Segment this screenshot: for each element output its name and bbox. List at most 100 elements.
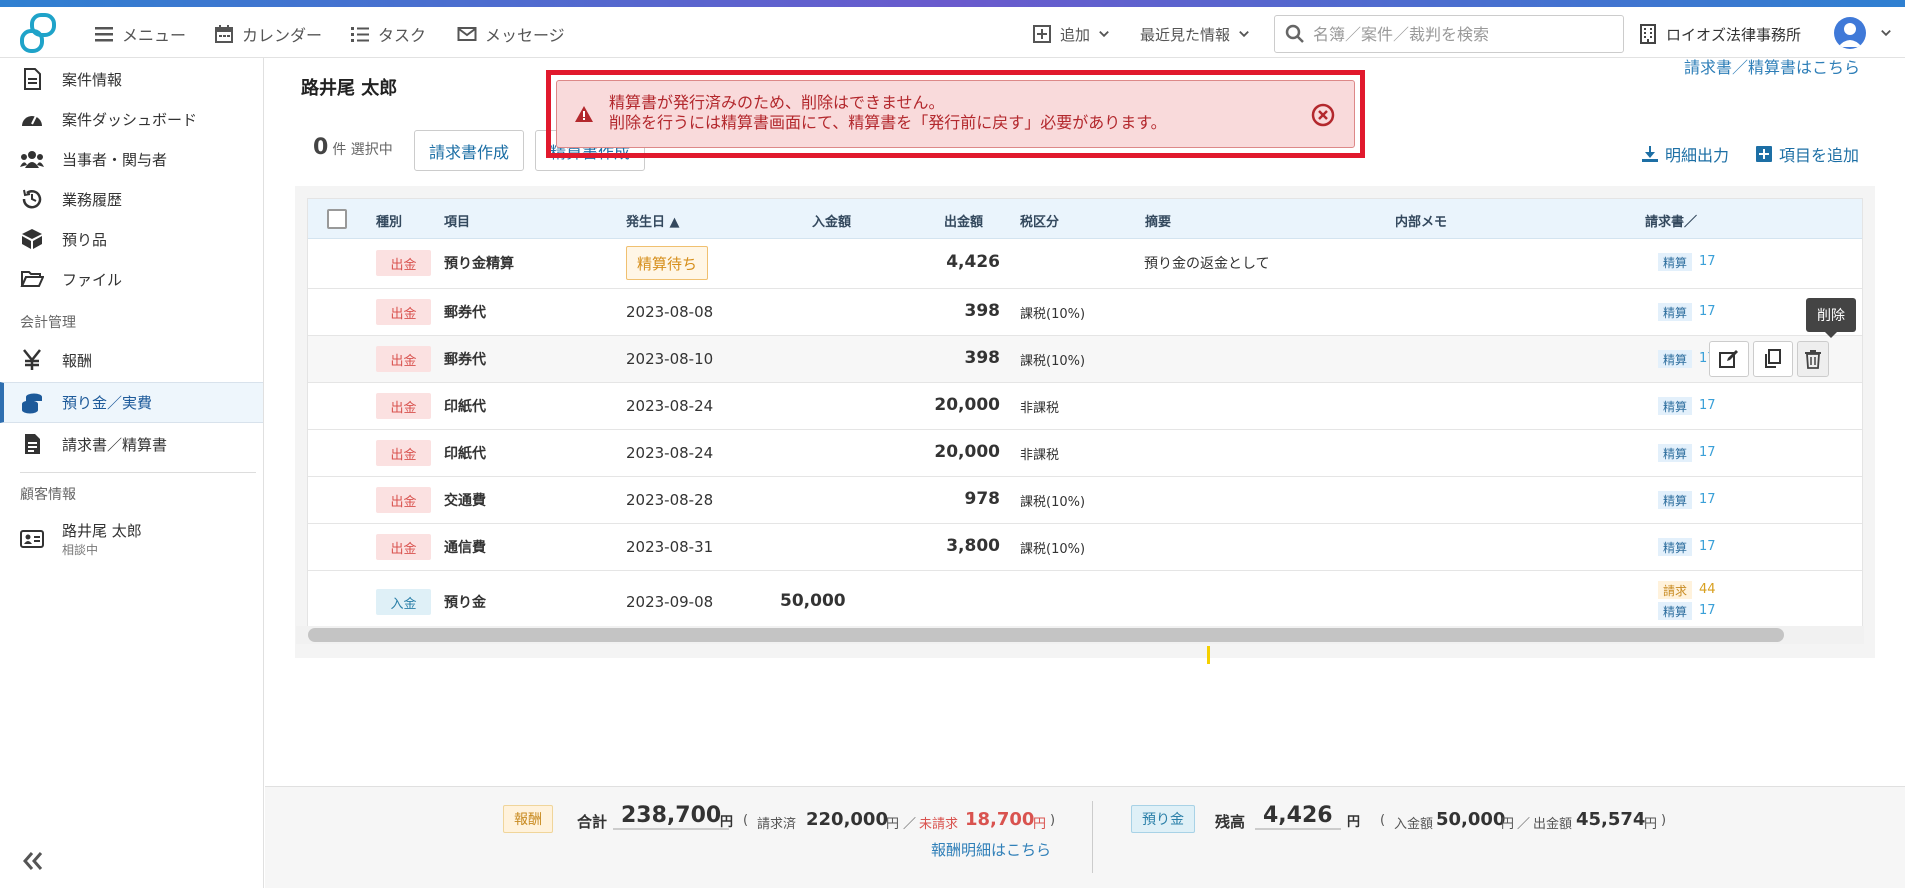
- settlement-number[interactable]: 17: [1699, 539, 1716, 554]
- nav-calendar[interactable]: カレンダー: [214, 22, 322, 46]
- sidebar-item-history[interactable]: 業務履歴: [0, 180, 263, 218]
- summary-text: 預り金の返金として: [1144, 256, 1270, 272]
- tax-cell: 課税(10%): [1020, 307, 1086, 322]
- settlement-number[interactable]: 17: [1699, 492, 1716, 507]
- col-summary[interactable]: 摘要: [1145, 211, 1171, 230]
- nav-messages[interactable]: メッセージ: [457, 22, 565, 46]
- create-invoice-button[interactable]: 請求書作成: [414, 130, 525, 171]
- total-amount: 238,700: [613, 803, 730, 830]
- col-expense[interactable]: 出金額: [944, 211, 983, 230]
- col-date[interactable]: 発生日 ▲: [626, 211, 680, 230]
- table-row[interactable]: 出金 印紙代 2023-08-24 20,000 非課税 精算 17: [308, 430, 1862, 477]
- table-row[interactable]: 出金 印紙代 2023-08-24 20,000 非課税 精算 17: [308, 383, 1862, 430]
- nav-menu-label: メニュー: [122, 26, 187, 45]
- ledger-table: 種別 項目 発生日 ▲ 入金額 出金額 税区分 摘要 内部メモ 請求書／ 出金 …: [307, 198, 1863, 635]
- table-row[interactable]: 出金 通信費 2023-08-31 3,800 課税(10%) 精算 17: [308, 524, 1862, 571]
- table-row[interactable]: 出金 預り金精算 精算待ち 4,426 預り金の返金として 精算 17: [308, 239, 1862, 289]
- folder-icon: [20, 271, 44, 287]
- table-row[interactable]: 出金 郵券代 2023-08-10 398 課税(10%) 精算 17: [308, 336, 1862, 383]
- col-tax[interactable]: 税区分: [1020, 211, 1059, 230]
- col-item[interactable]: 項目: [444, 211, 470, 230]
- income-label: 入金額: [1394, 817, 1434, 832]
- table-row[interactable]: 出金 郵券代 2023-08-08 398 課税(10%) 精算 17: [308, 289, 1862, 336]
- expense-amount: 3,800: [946, 536, 1000, 556]
- sidebar-item-parties[interactable]: 当事者・関与者: [0, 140, 263, 178]
- warning-icon: [575, 106, 593, 122]
- balance-yen: 円: [1347, 815, 1361, 830]
- download-icon: [1642, 146, 1658, 162]
- building-icon: [1640, 24, 1656, 44]
- invoice-number[interactable]: 44: [1699, 582, 1716, 597]
- sidebar-item-fees[interactable]: 報酬: [0, 341, 263, 379]
- add-item-button[interactable]: 項目を追加: [1755, 142, 1859, 166]
- col-income[interactable]: 入金額: [812, 211, 851, 230]
- global-search[interactable]: [1274, 15, 1624, 53]
- tasks-icon: [351, 27, 369, 42]
- sidebar-item-invoices[interactable]: 請求書／精算書: [0, 425, 263, 463]
- sidebar-divider: [20, 472, 256, 473]
- copy-button[interactable]: [1753, 341, 1793, 377]
- item-name: 印紙代: [444, 446, 486, 462]
- coins-icon: [22, 393, 42, 413]
- page-client-name: 路井尾 太郎: [301, 78, 398, 99]
- summary-footer: 報酬 合計 238,700 円 ( 請求済 220,000 円 ／ 未請求 18…: [265, 786, 1905, 888]
- expense-amount: 20,000: [934, 442, 1000, 462]
- collapse-sidebar-icon[interactable]: [20, 848, 46, 874]
- nav-tasks[interactable]: タスク: [350, 22, 426, 46]
- col-date-label: 発生日: [626, 215, 666, 230]
- horizontal-scrollbar-thumb[interactable]: [308, 628, 1784, 642]
- sidebar-item-deposits-expenses[interactable]: 預り金／実費: [0, 382, 263, 423]
- select-all-checkbox[interactable]: [327, 209, 347, 229]
- add-dropdown[interactable]: 追加: [1032, 22, 1110, 46]
- income-yen: 円: [1501, 817, 1515, 832]
- top-accent-bar: [0, 0, 1905, 7]
- user-avatar[interactable]: [1834, 17, 1866, 49]
- plus-square-icon: [1033, 25, 1051, 43]
- close-icon[interactable]: [1310, 102, 1336, 128]
- id-card-icon: [20, 530, 44, 548]
- selected-count: 0: [313, 135, 329, 160]
- settlement-number[interactable]: 17: [1699, 398, 1716, 413]
- edit-button[interactable]: [1709, 341, 1749, 377]
- chevron-down-icon[interactable]: [1880, 27, 1892, 39]
- tax-cell: 課税(10%): [1020, 354, 1086, 369]
- settlement-number[interactable]: 17: [1699, 254, 1716, 269]
- client-status: 相談中: [62, 543, 99, 557]
- fee-detail-link[interactable]: 報酬明細はこちら: [931, 839, 1051, 860]
- pending-badge: 精算待ち: [626, 246, 709, 280]
- col-memo[interactable]: 内部メモ: [1395, 211, 1447, 230]
- search-input[interactable]: [1313, 24, 1613, 44]
- type-badge: 出金: [376, 299, 431, 325]
- sidebar-item-files[interactable]: ファイル: [0, 260, 263, 298]
- total-yen: 円: [720, 815, 734, 830]
- export-label: 明細出力: [1665, 146, 1730, 165]
- firm-switcher[interactable]: ロイオズ法律事務所: [1638, 22, 1801, 46]
- sidebar-item-client[interactable]: 路井尾 太郎 相談中: [0, 516, 263, 562]
- table-row[interactable]: 入金 預り金 2023-09-08 50,000 請求 44 精算 17: [308, 571, 1862, 634]
- unbilled-amount: 18,700: [965, 809, 1035, 830]
- delete-button[interactable]: [1797, 341, 1829, 377]
- settlement-number[interactable]: 17: [1699, 304, 1716, 319]
- date-cell: 2023-08-08: [626, 303, 714, 321]
- nav-menu[interactable]: メニュー: [94, 22, 186, 46]
- sidebar-item-label: 案件ダッシュボード: [62, 110, 198, 129]
- table-row[interactable]: 出金 交通費 2023-08-28 978 課税(10%) 精算 17: [308, 477, 1862, 524]
- mail-icon: [457, 27, 477, 41]
- settlement-tag: 精算: [1658, 444, 1693, 462]
- billed-yen: 円: [886, 817, 900, 832]
- sidebar-item-dashboard[interactable]: 案件ダッシュボード: [0, 100, 263, 138]
- settlement-number[interactable]: 17: [1699, 445, 1716, 460]
- export-button[interactable]: 明細出力: [1641, 142, 1729, 166]
- settlement-number[interactable]: 17: [1699, 603, 1716, 618]
- balance-open-paren: (: [1380, 813, 1386, 828]
- col-type[interactable]: 種別: [376, 211, 402, 230]
- col-invoice[interactable]: 請求書／: [1645, 211, 1697, 230]
- recent-dropdown[interactable]: 最近見た情報: [1140, 22, 1250, 46]
- sidebar-item-deposited-items[interactable]: 預り品: [0, 220, 263, 258]
- app-logo[interactable]: [20, 13, 58, 55]
- invoice-page-link[interactable]: 請求書／精算書はこちら: [1684, 54, 1860, 78]
- firm-name: ロイオズ法律事務所: [1666, 25, 1802, 44]
- sidebar-item-case-info[interactable]: 案件情報: [0, 60, 263, 98]
- sidebar-item-label: 当事者・関与者: [62, 150, 168, 169]
- sidebar-item-label: 業務履歴: [62, 190, 123, 209]
